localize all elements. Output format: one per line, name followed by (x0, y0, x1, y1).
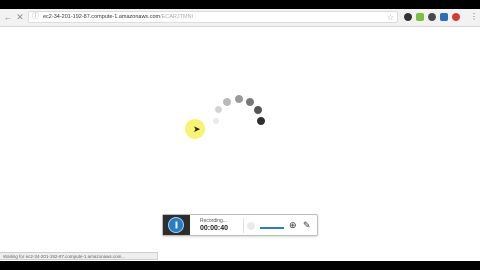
back-arrow-icon[interactable]: ← (2, 11, 14, 23)
menu-icon[interactable]: ⋮ (470, 12, 478, 22)
address-bar[interactable]: ⓘ ec2-34-201-192-87.compute-1.amazonaws.… (28, 11, 398, 23)
spinner-dot (215, 106, 222, 113)
recorder-button-panel: || (163, 215, 190, 235)
bottom-letterbox (0, 261, 480, 270)
pen-icon[interactable]: ✎ (303, 220, 311, 230)
status-bubble: Waiting for ec2-34-201-192-87.compute-1.… (0, 252, 158, 260)
extension-icon-2[interactable] (416, 13, 424, 21)
extension-icon-5[interactable] (452, 13, 460, 21)
volume-slider[interactable] (260, 227, 284, 229)
close-x-icon[interactable]: ✕ (14, 11, 26, 23)
info-icon[interactable]: ⓘ (32, 13, 40, 21)
status-text: Waiting for ec2-34-201-192-87.compute-1.… (3, 254, 126, 259)
spinner-dot (235, 95, 243, 103)
pause-button[interactable]: || (168, 217, 184, 233)
spinner-dot (223, 98, 231, 106)
webcam-toggle[interactable] (247, 222, 255, 230)
recording-status: Recording... (200, 218, 227, 224)
spinner-dot (257, 117, 265, 125)
spinner-dot (246, 98, 254, 106)
recording-timer: 00:00:40 (200, 225, 229, 232)
screen-recorder-bar: || Recording... 00:00:40 ⊕ ✎ (162, 214, 318, 236)
spinner-dot (254, 106, 262, 114)
top-letterbox (0, 0, 480, 9)
extension-icon-1[interactable] (404, 13, 412, 21)
url-path: /ECARJTMNI (160, 14, 194, 20)
browser-toolbar: ← ✕ ⓘ ec2-34-201-192-87.compute-1.amazon… (0, 9, 480, 27)
mouse-pointer-icon: ➤ (193, 124, 201, 134)
star-icon[interactable]: ☆ (387, 13, 394, 22)
zoom-icon[interactable]: ⊕ (289, 220, 297, 230)
extension-icon-3[interactable] (428, 13, 436, 21)
screen: ← ✕ ⓘ ec2-34-201-192-87.compute-1.amazon… (0, 0, 480, 270)
pause-icon: || (175, 221, 178, 229)
spinner-dot (213, 118, 219, 124)
url-host: ec2-34-201-192-87.compute-1.amazonaws.co… (43, 14, 161, 20)
divider (243, 218, 244, 233)
extension-icon-4[interactable] (440, 13, 448, 21)
